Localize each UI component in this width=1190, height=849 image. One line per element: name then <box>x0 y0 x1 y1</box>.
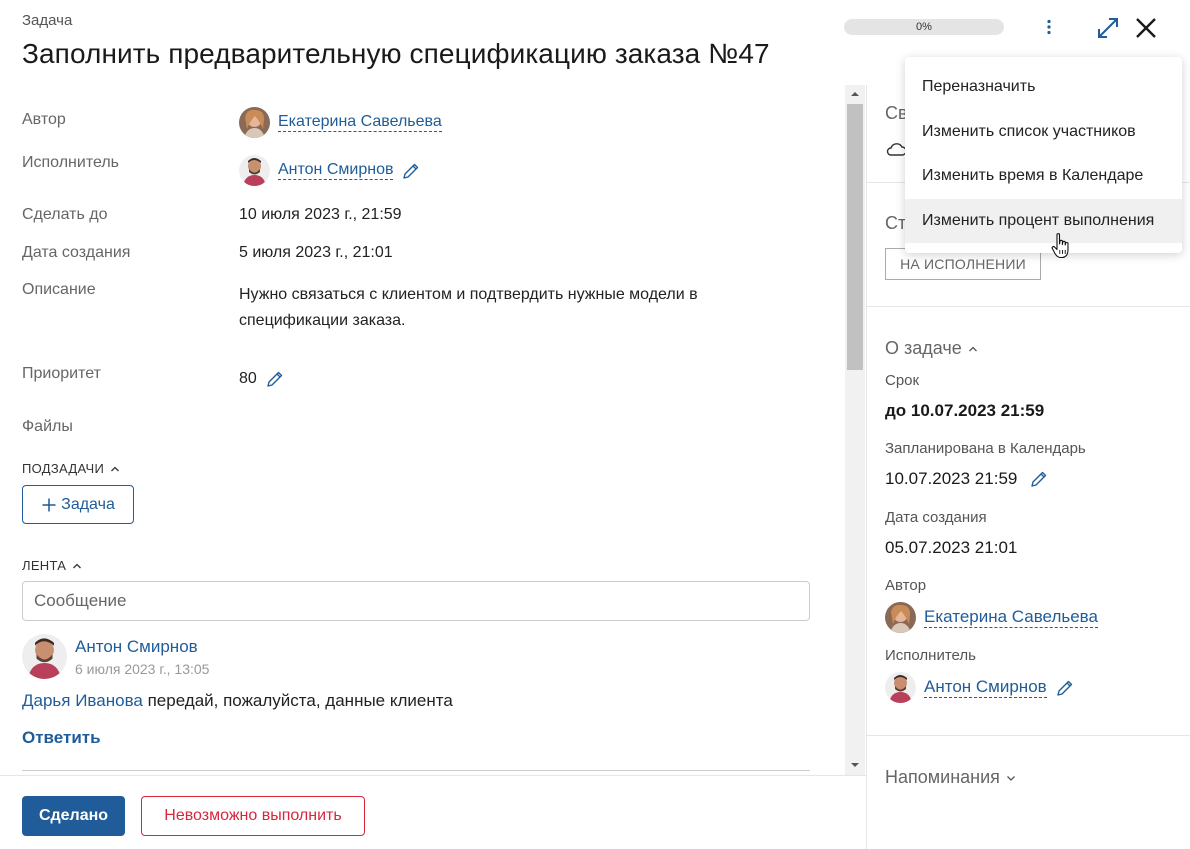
close-icon[interactable] <box>1132 14 1160 42</box>
priority-value: 80 <box>239 369 285 389</box>
priority-label: Приоритет <box>22 365 101 382</box>
rp-executor-link[interactable]: Антон Смирнов <box>924 677 1047 698</box>
add-subtask-label: Задача <box>61 495 115 513</box>
scrollbar-thumb[interactable] <box>847 104 863 370</box>
comment-author-avatar[interactable] <box>22 634 67 679</box>
executor-avatar[interactable] <box>239 155 270 186</box>
cloud-icon[interactable] <box>885 138 907 160</box>
menu-item-change-participants[interactable]: Изменить список участников <box>905 110 1182 155</box>
created-label: Дата создания <box>22 244 131 261</box>
edit-priority-pencil-icon[interactable] <box>265 369 285 389</box>
chevron-up-icon <box>73 563 82 568</box>
rp-executor-label: Исполнитель <box>885 647 976 664</box>
footer-bar <box>0 775 866 849</box>
subtasks-heading[interactable]: ПОДЗАДАЧИ <box>22 461 120 476</box>
plus-icon <box>42 498 56 511</box>
calendar-label: Запланирована в Календарь <box>885 440 1086 457</box>
author-avatar[interactable] <box>239 107 270 138</box>
menu-item-change-calendar-time[interactable]: Изменить время в Календаре <box>905 154 1182 199</box>
author-label: Автор <box>22 111 66 128</box>
divider <box>867 735 1190 736</box>
add-subtask-button[interactable]: Задача <box>22 485 134 524</box>
description-line: Нужно связаться с клиентом и подтвердить… <box>239 286 698 303</box>
comment-mention-link[interactable]: Дарья Иванова <box>22 691 143 710</box>
edit-executor-pencil-icon[interactable] <box>401 161 421 181</box>
progress-bar: 0% <box>844 19 1004 35</box>
executor-link[interactable]: Антон Смирнов <box>278 161 394 180</box>
files-label: Файлы <box>22 418 73 435</box>
description-line: спецификации заказа. <box>239 312 406 329</box>
more-vertical-icon[interactable] <box>1035 14 1063 42</box>
author-link[interactable]: Екатерина Савельева <box>278 113 442 132</box>
executor-label: Исполнитель <box>22 154 120 171</box>
reminders-heading[interactable]: Напоминания <box>885 767 1016 788</box>
expand-icon[interactable] <box>1094 14 1122 42</box>
rp-author-avatar[interactable] <box>885 602 916 633</box>
feed-heading-label: ЛЕНТА <box>22 558 67 573</box>
divider <box>867 306 1190 307</box>
message-placeholder: Сообщение <box>34 591 127 610</box>
author-value: Екатерина Савельева <box>239 107 442 138</box>
page-title: Заполнить предварительную спецификацию з… <box>22 38 770 69</box>
deadline-value: 10 июля 2023 г., 21:59 <box>239 206 402 223</box>
status-heading: Ст <box>885 213 907 233</box>
edit-calendar-pencil-icon[interactable] <box>1029 469 1049 489</box>
menu-item-change-progress[interactable]: Изменить процент выполнения <box>905 198 1182 243</box>
message-input[interactable]: Сообщение <box>22 581 810 621</box>
divider <box>22 770 810 771</box>
description-label: Описание <box>22 281 96 298</box>
calendar-value: 10.07.2023 21:59 <box>885 469 1018 488</box>
about-task-heading[interactable]: О задаче <box>885 338 978 359</box>
rp-author-label: Автор <box>885 577 927 594</box>
priority-number: 80 <box>239 370 257 387</box>
description-value: Нужно связаться с клиентом и подтвердить… <box>239 282 698 334</box>
term-value: до 10.07.2023 21:59 <box>885 401 1045 420</box>
chevron-down-icon <box>1006 775 1015 781</box>
progress-label: 0% <box>916 21 932 33</box>
rp-created-value: 05.07.2023 21:01 <box>885 538 1018 557</box>
feed-heading[interactable]: ЛЕНТА <box>22 558 82 573</box>
created-value: 5 июля 2023 г., 21:01 <box>239 244 393 261</box>
task-overtitle: Задача <box>22 12 73 29</box>
reply-link[interactable]: Ответить <box>22 728 101 748</box>
reminders-label: Напоминания <box>885 767 1000 787</box>
scroll-up-arrow-icon[interactable] <box>849 88 861 100</box>
calendar-value-row: 10.07.2023 21:59 <box>885 469 1049 489</box>
rp-author-link[interactable]: Екатерина Савельева <box>924 607 1098 628</box>
executor-value: Антон Смирнов <box>239 155 421 186</box>
done-button[interactable]: Сделано <box>22 796 125 836</box>
actions-menu: Переназначить Изменить список участников… <box>905 57 1182 253</box>
comment-body: передай, пожалуйста, данные клиента <box>142 691 453 710</box>
rp-author-value: Екатерина Савельева <box>885 602 1098 633</box>
chevron-up-icon <box>968 346 977 351</box>
term-label: Срок <box>885 372 920 389</box>
hand-cursor-icon <box>1051 233 1069 259</box>
chevron-up-icon <box>111 466 120 471</box>
deadline-label: Сделать до <box>22 206 108 223</box>
scroll-down-arrow-icon[interactable] <box>849 759 861 771</box>
comment-author-link[interactable]: Антон Смирнов <box>75 637 198 657</box>
about-task-label: О задаче <box>885 338 962 358</box>
menu-item-reassign[interactable]: Переназначить <box>905 65 1182 110</box>
comment-date: 6 июля 2023 г., 13:05 <box>75 661 210 677</box>
impossible-button[interactable]: Невозможно выполнить <box>141 796 365 836</box>
edit-rp-executor-pencil-icon[interactable] <box>1055 678 1075 698</box>
rp-executor-value: Антон Смирнов <box>885 672 1075 703</box>
rp-executor-avatar[interactable] <box>885 672 916 703</box>
subtasks-heading-label: ПОДЗАДАЧИ <box>22 461 105 476</box>
rp-created-label: Дата создания <box>885 509 987 526</box>
comment-text: Дарья Иванова передай, пожалуйста, данны… <box>22 691 453 711</box>
